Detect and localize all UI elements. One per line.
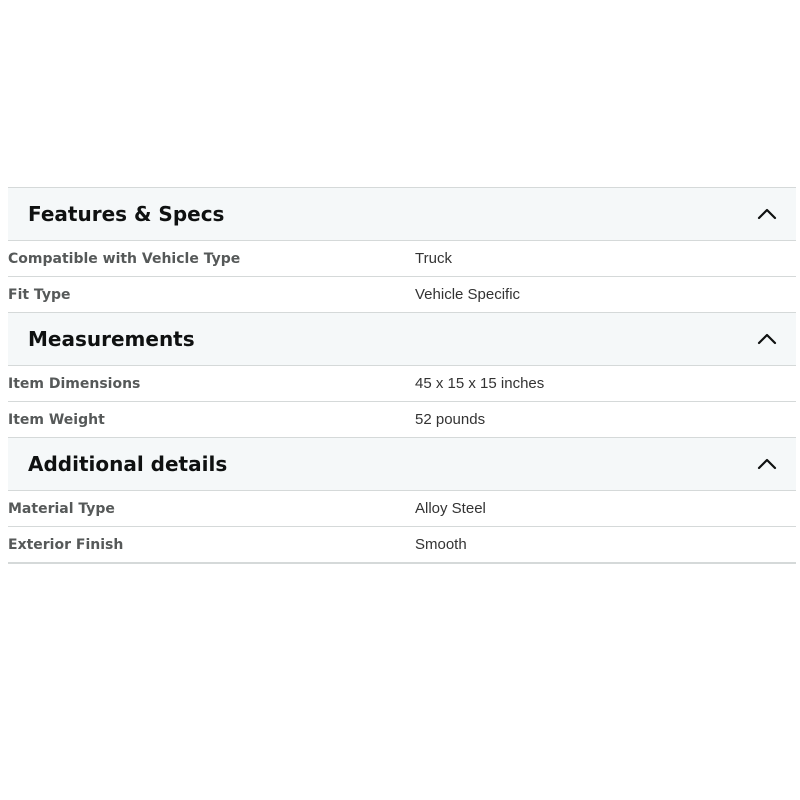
spec-value: 45 x 15 x 15 inches	[415, 375, 545, 392]
chevron-up-icon[interactable]	[756, 203, 778, 225]
spec-value: Truck	[415, 250, 452, 267]
section-title: Measurements	[28, 327, 195, 351]
section-title: Additional details	[28, 452, 228, 476]
spec-label: Material Type	[8, 500, 115, 517]
section-title: Features & Specs	[28, 202, 225, 226]
spec-value: Smooth	[415, 536, 467, 553]
section-header-additional-details[interactable]: Additional details	[8, 437, 796, 490]
spec-value: 52 pounds	[415, 411, 486, 428]
spec-row: Material Type Alloy Steel	[8, 490, 796, 526]
spec-label: Fit Type	[8, 286, 71, 303]
spec-row: Exterior Finish Smooth	[8, 526, 796, 562]
spec-row: Compatible with Vehicle Type Truck	[8, 240, 796, 276]
spec-row: Item Dimensions 45 x 15 x 15 inches	[8, 365, 796, 401]
spec-label: Exterior Finish	[8, 536, 124, 553]
spec-row: Fit Type Vehicle Specific	[8, 276, 796, 312]
chevron-up-icon[interactable]	[756, 328, 778, 350]
divider	[8, 562, 796, 564]
section-header-features-specs[interactable]: Features & Specs	[8, 187, 796, 240]
product-specs-panel: Features & Specs Compatible with Vehicle…	[8, 187, 796, 564]
spec-label: Item Dimensions	[8, 375, 141, 392]
spec-value: Alloy Steel	[415, 500, 486, 517]
chevron-up-icon[interactable]	[756, 453, 778, 475]
section-header-measurements[interactable]: Measurements	[8, 312, 796, 365]
spec-row: Item Weight 52 pounds	[8, 401, 796, 437]
spec-label: Item Weight	[8, 411, 105, 428]
spec-value: Vehicle Specific	[415, 286, 521, 303]
spec-label: Compatible with Vehicle Type	[8, 250, 241, 267]
